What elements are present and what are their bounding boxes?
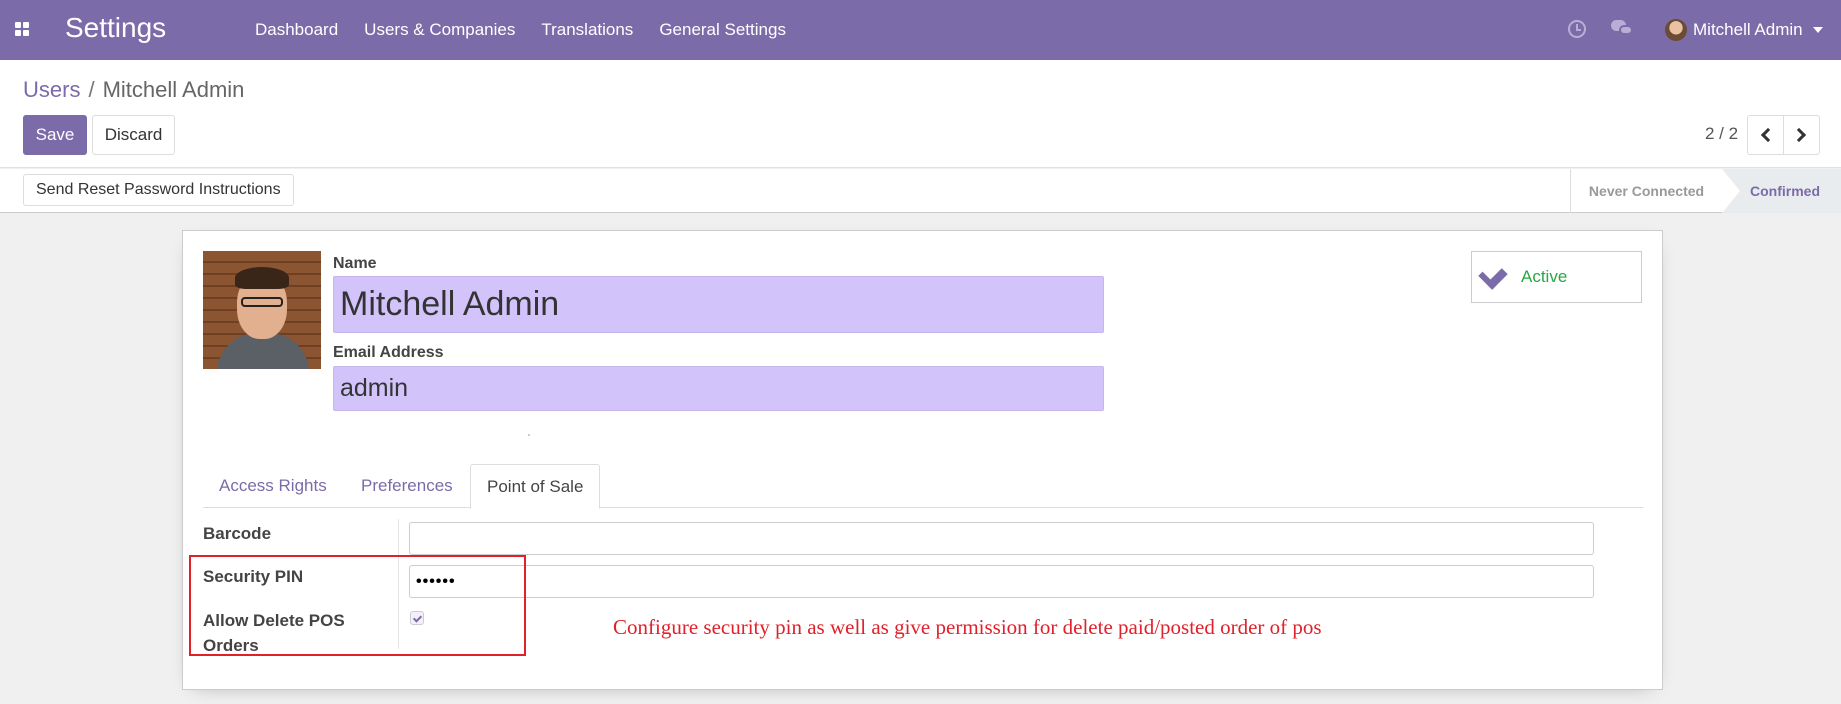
- active-toggle-button[interactable]: Active: [1471, 251, 1642, 303]
- notebook-tabs: Access Rights Preferences Point of Sale: [203, 464, 1643, 509]
- tab-access-rights[interactable]: Access Rights: [203, 464, 343, 508]
- stage-confirmed: Confirmed: [1722, 169, 1841, 213]
- name-input[interactable]: [333, 276, 1104, 333]
- user-name: Mitchell Admin: [1693, 20, 1803, 39]
- app-title[interactable]: Settings: [65, 12, 166, 44]
- barcode-label: Barcode: [203, 524, 272, 543]
- apps-grid-icon[interactable]: [15, 22, 29, 36]
- breadcrumb-users-link[interactable]: Users: [23, 77, 80, 103]
- user-menu[interactable]: Mitchell Admin: [1665, 17, 1823, 43]
- menu-item-users-companies[interactable]: Users & Companies: [351, 0, 528, 60]
- tab-preferences[interactable]: Preferences: [345, 464, 469, 508]
- user-photo[interactable]: [203, 251, 321, 369]
- control-panel: Users / Mitchell Admin Save Discard 2 / …: [0, 60, 1841, 168]
- caret-down-icon: [1812, 27, 1823, 33]
- email-input[interactable]: [333, 366, 1104, 411]
- active-label: Active: [1521, 267, 1568, 286]
- pager-previous-button[interactable]: [1747, 115, 1784, 155]
- main-menu: Dashboard Users & Companies Translations…: [242, 0, 799, 60]
- menu-item-translations[interactable]: Translations: [528, 0, 646, 60]
- form-statusbar: Send Reset Password Instructions Never C…: [0, 169, 1841, 213]
- menu-item-general-settings[interactable]: General Settings: [646, 0, 799, 60]
- menu-item-dashboard[interactable]: Dashboard: [242, 0, 351, 60]
- chevron-left-icon: [1760, 127, 1776, 143]
- name-label: Name: [333, 255, 377, 272]
- breadcrumb-current: Mitchell Admin: [102, 77, 245, 102]
- messages-chat-icon[interactable]: [1611, 20, 1633, 38]
- annotation-highlight-box: [189, 555, 526, 656]
- divider-dot: [528, 434, 530, 436]
- user-avatar: [1665, 19, 1687, 41]
- top-navbar: Settings Dashboard Users & Companies Tra…: [0, 0, 1841, 60]
- pager-next-button[interactable]: [1783, 115, 1820, 155]
- barcode-input[interactable]: [409, 522, 1594, 555]
- security-pin-input[interactable]: [409, 565, 1594, 598]
- discard-button[interactable]: Discard: [92, 115, 175, 155]
- tab-point-of-sale[interactable]: Point of Sale: [470, 464, 601, 509]
- breadcrumb: Users / Mitchell Admin: [23, 77, 244, 103]
- email-label: Email Address: [333, 344, 444, 361]
- activity-clock-icon[interactable]: [1568, 20, 1586, 38]
- send-reset-password-button[interactable]: Send Reset Password Instructions: [23, 174, 294, 206]
- check-icon: [1478, 260, 1508, 290]
- pager-value[interactable]: 2 / 2: [1705, 124, 1738, 144]
- save-button[interactable]: Save: [23, 115, 87, 155]
- stage-never-connected: Never Connected: [1570, 169, 1722, 213]
- annotation-text: Configure security pin as well as give p…: [613, 615, 1322, 639]
- breadcrumb-separator: /: [88, 77, 95, 102]
- chevron-right-icon: [1791, 127, 1807, 143]
